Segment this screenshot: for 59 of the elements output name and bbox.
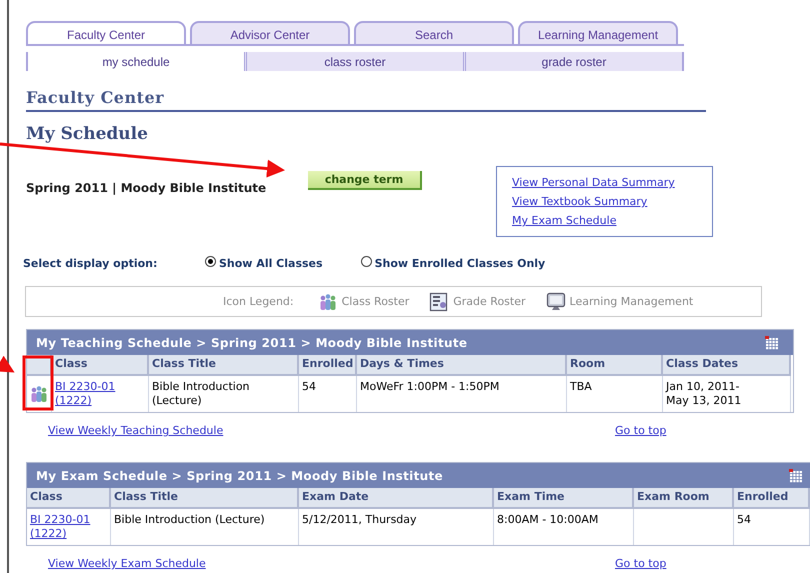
table-cell: Jan 10, 2011- May 13, 2011 bbox=[666, 380, 742, 407]
nav-tab[interactable]: Learning Management bbox=[518, 21, 678, 44]
term-label: Spring 2011 | Moody Bible Institute bbox=[26, 181, 268, 195]
table-cell: 5/12/2011, Thursday bbox=[302, 513, 417, 526]
table-title: My Exam Schedule > Spring 2011 > Moody Bible Institute bbox=[36, 468, 443, 482]
radio-label: Show Enrolled Classes Only bbox=[374, 257, 546, 270]
grid-icon[interactable] bbox=[789, 468, 803, 482]
summary-link[interactable]: My Exam Schedule bbox=[512, 214, 616, 227]
nav-tab[interactable]: Advisor Center bbox=[190, 21, 350, 44]
annotation-arrow bbox=[0, 356, 15, 372]
grid-icon[interactable] bbox=[765, 336, 779, 350]
column-header: Exam Time bbox=[494, 488, 634, 509]
legend-label: Learning Management bbox=[570, 295, 694, 308]
table-cell: Bible Introduction (Lecture) bbox=[114, 513, 265, 526]
weekly-schedule-link[interactable]: View Weekly Exam Schedule bbox=[48, 557, 206, 570]
table-cell: 54 bbox=[737, 513, 751, 526]
table-cell: MoWeFr 1:00PM - 1:50PM bbox=[360, 380, 500, 393]
people-icon[interactable] bbox=[29, 384, 49, 404]
column-header: Class Dates bbox=[663, 355, 791, 376]
table-title: My Teaching Schedule > Spring 2011 > Moody Bible Institute bbox=[36, 336, 468, 350]
table-cell: TBA bbox=[570, 380, 592, 393]
legend-label: Class Roster bbox=[342, 295, 410, 308]
summary-link[interactable]: View Textbook Summary bbox=[512, 195, 648, 208]
display-option-label: Select display option: bbox=[23, 257, 158, 270]
column-header: Days & Times bbox=[357, 355, 567, 376]
class-link[interactable]: BI 2230-01 (1222) bbox=[30, 513, 90, 541]
column-header: Exam Room bbox=[634, 488, 734, 509]
table-cell: Bible Introduction (Lecture) bbox=[152, 380, 250, 407]
column-header: Class bbox=[27, 488, 111, 509]
nav-tab[interactable]: Faculty Center bbox=[26, 21, 186, 44]
summary-link[interactable]: View Personal Data Summary bbox=[512, 176, 675, 189]
nav-tab[interactable]: Search bbox=[354, 21, 514, 44]
page-header: Faculty Center bbox=[26, 88, 706, 112]
table-cell: 8:00AM - 10:00AM bbox=[497, 513, 598, 526]
sub-tab[interactable]: class roster bbox=[244, 52, 463, 71]
people-icon[interactable] bbox=[318, 292, 338, 312]
go-to-top-link[interactable]: Go to top bbox=[615, 557, 666, 570]
column-header: Exam Date bbox=[299, 488, 494, 509]
class-link[interactable]: BI 2230-01 (1222) bbox=[55, 380, 116, 408]
radio-label: Show All Classes bbox=[219, 257, 323, 270]
table-cell: 54 bbox=[302, 380, 316, 393]
page-title: My Schedule bbox=[26, 124, 149, 144]
column-header: Class Title bbox=[111, 488, 299, 509]
highlight-box bbox=[22, 356, 54, 410]
radio-button[interactable] bbox=[360, 256, 372, 266]
gradebook-icon bbox=[429, 292, 450, 312]
column-header: Enrolled bbox=[734, 488, 810, 509]
legend-label: Grade Roster bbox=[453, 295, 526, 308]
sub-tab[interactable]: grade roster bbox=[463, 52, 684, 71]
go-to-top-link[interactable]: Go to top bbox=[615, 424, 666, 437]
column-header: Room bbox=[567, 355, 663, 376]
column-header: Class bbox=[52, 355, 149, 376]
monitor-icon bbox=[546, 292, 566, 312]
change-term-button[interactable]: change term bbox=[308, 171, 422, 190]
legend-label: Icon Legend: bbox=[223, 295, 294, 308]
column-header: Class Title bbox=[149, 355, 299, 376]
column-header: Enrolled bbox=[299, 355, 357, 376]
weekly-schedule-link[interactable]: View Weekly Teaching Schedule bbox=[48, 424, 224, 437]
radio-button[interactable] bbox=[205, 256, 216, 266]
